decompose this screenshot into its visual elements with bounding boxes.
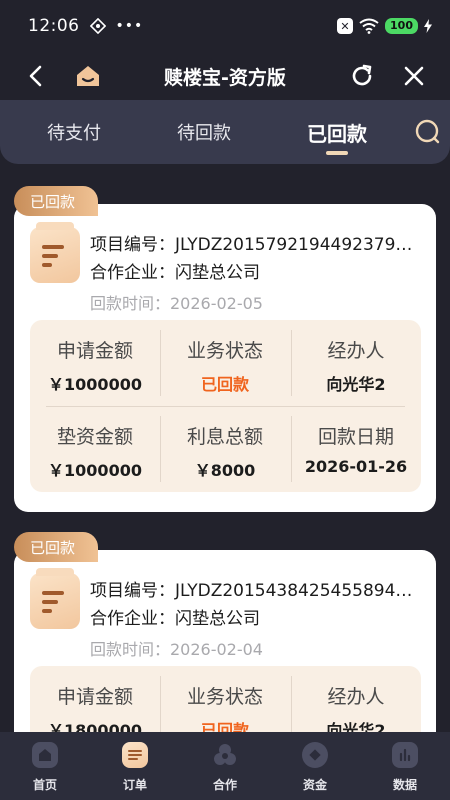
order-card-body: 项目编号：JLYDZ2015792194492379… 合作企业：闪垫总公司 回… <box>14 204 436 512</box>
refresh-icon <box>352 64 372 86</box>
funds-icon <box>302 742 328 768</box>
sim-off-icon: ✕ <box>337 18 354 34</box>
order-card[interactable]: 已回款 项目编号：JLYDZ2015438425455894… 合作企业：闪垫总… <box>14 532 436 732</box>
refresh-button[interactable] <box>346 60 378 92</box>
nav-label: 首页 <box>32 778 57 792</box>
divider <box>291 330 292 396</box>
return-time: 回款时间：2026-02-05 <box>90 294 263 313</box>
order-card[interactable]: 已回款 项目编号：JLYDZ2015792194492379… 合作企业：闪垫总… <box>14 186 436 516</box>
status-time: 12:06 <box>28 16 80 36</box>
stat-apply-amount: 申请金额 ￥1000000 <box>30 320 160 406</box>
home-button[interactable] <box>72 60 104 92</box>
stat-value: 已回款 <box>200 721 249 732</box>
status-bar: 12:06 ••• ✕ 100 <box>0 0 450 52</box>
data-chart-icon <box>392 742 418 768</box>
order-card-body: 项目编号：JLYDZ2015438425455894… 合作企业：闪垫总公司 回… <box>14 550 436 732</box>
return-time: 回款时间：2026-02-04 <box>90 640 263 659</box>
stat-business-status: 业务状态 已回款 <box>160 320 290 406</box>
wifi-icon <box>359 18 379 34</box>
divider <box>46 406 405 407</box>
stat-value: 向光华2 <box>326 375 386 394</box>
home-icon <box>32 742 58 768</box>
battery-indicator: 100 <box>385 18 418 34</box>
orders-icon <box>122 742 148 768</box>
status-badge: 已回款 <box>14 532 98 562</box>
stat-value: 已回款 <box>200 375 249 394</box>
nav-label: 订单 <box>122 778 147 792</box>
card-header: 项目编号：JLYDZ2015792194492379… 合作企业：闪垫总公司 回… <box>14 204 436 318</box>
tab-bar: 待支付 待回款 已回款 <box>0 100 450 164</box>
tab-label: 待回款 <box>177 123 231 144</box>
notification-icon <box>89 18 106 34</box>
divider <box>291 416 292 482</box>
stat-apply-amount: 申请金额 ￥1800000 <box>30 666 160 732</box>
tab-pending-payment[interactable]: 待支付 <box>22 100 126 164</box>
stat-label: 申请金额 <box>56 686 133 708</box>
stat-return-date: 回款日期 2026-01-26 <box>291 406 421 492</box>
stat-business-status: 业务状态 已回款 <box>160 666 290 732</box>
stat-label: 业务状态 <box>186 686 263 708</box>
status-badge: 已回款 <box>14 186 98 216</box>
stat-label: 利息总额 <box>186 426 263 448</box>
charging-icon <box>424 19 432 33</box>
card-header: 项目编号：JLYDZ2015438425455894… 合作企业：闪垫总公司 回… <box>14 550 436 664</box>
stat-label: 垫资金额 <box>56 426 133 448</box>
stat-value: ￥8000 <box>194 461 256 480</box>
document-icon <box>30 568 80 629</box>
stat-handler: 经办人 向光华2 <box>291 666 421 732</box>
nav-orders[interactable]: 订单 <box>90 732 180 800</box>
nav-label: 资金 <box>302 778 327 792</box>
order-list: 已回款 项目编号：JLYDZ2015792194492379… 合作企业：闪垫总… <box>0 164 450 732</box>
divider <box>160 676 161 732</box>
divider <box>160 416 161 482</box>
stats-grid: 申请金额 ￥1000000 业务状态 已回款 经办人 向光华2 垫资金额 ￥10… <box>30 320 421 492</box>
stat-label: 申请金额 <box>56 340 133 362</box>
nav-data[interactable]: 数据 <box>360 732 450 800</box>
divider <box>160 330 161 396</box>
close-button[interactable] <box>398 60 430 92</box>
nav-label: 数据 <box>392 778 417 792</box>
search-icon <box>415 119 440 144</box>
bottom-navigation: 首页 订单 合作 资金 数据 <box>0 732 450 800</box>
divider <box>291 676 292 732</box>
stat-label: 经办人 <box>327 686 385 708</box>
tab-label: 待支付 <box>47 123 101 144</box>
tab-pending-return[interactable]: 待回款 <box>152 100 256 164</box>
close-icon <box>404 66 424 86</box>
back-button[interactable] <box>20 60 52 92</box>
partner-company: 合作企业：闪垫总公司 <box>90 609 260 629</box>
home-icon <box>77 66 99 86</box>
stat-label: 经办人 <box>327 340 385 362</box>
project-number: 项目编号：JLYDZ2015438425455894… <box>90 581 413 601</box>
stats-grid: 申请金额 ￥1800000 业务状态 已回款 经办人 向光华2 <box>30 666 421 732</box>
document-icon <box>30 222 80 283</box>
stat-value: 2026-01-26 <box>304 457 408 476</box>
stat-value: ￥1800000 <box>48 721 142 732</box>
stat-value: ￥1000000 <box>48 461 142 480</box>
active-tab-indicator <box>326 151 348 155</box>
cooperation-icon <box>212 742 238 768</box>
nav-home[interactable]: 首页 <box>0 732 90 800</box>
nav-funds[interactable]: 资金 <box>270 732 360 800</box>
stat-handler: 经办人 向光华2 <box>291 320 421 406</box>
nav-cooperation[interactable]: 合作 <box>180 732 270 800</box>
project-number: 项目编号：JLYDZ2015792194492379… <box>90 235 413 255</box>
chevron-left-icon <box>29 65 42 87</box>
stat-advance-amount: 垫资金额 ￥1000000 <box>30 406 160 492</box>
stat-value: ￥1000000 <box>48 375 142 394</box>
more-notifications-icon: ••• <box>115 18 144 34</box>
stat-label: 业务状态 <box>186 340 263 362</box>
navigation-bar: 赎楼宝-资方版 <box>0 52 450 100</box>
partner-company: 合作企业：闪垫总公司 <box>90 263 260 283</box>
stat-label: 回款日期 <box>317 426 394 448</box>
tab-returned[interactable]: 已回款 <box>285 100 389 164</box>
tab-label: 已回款 <box>307 121 367 146</box>
stat-interest-total: 利息总额 ￥8000 <box>160 406 290 492</box>
page-title: 赎楼宝-资方版 <box>164 66 286 89</box>
stat-value: 向光华2 <box>326 721 386 732</box>
search-button[interactable] <box>411 116 443 148</box>
nav-label: 合作 <box>212 778 237 792</box>
